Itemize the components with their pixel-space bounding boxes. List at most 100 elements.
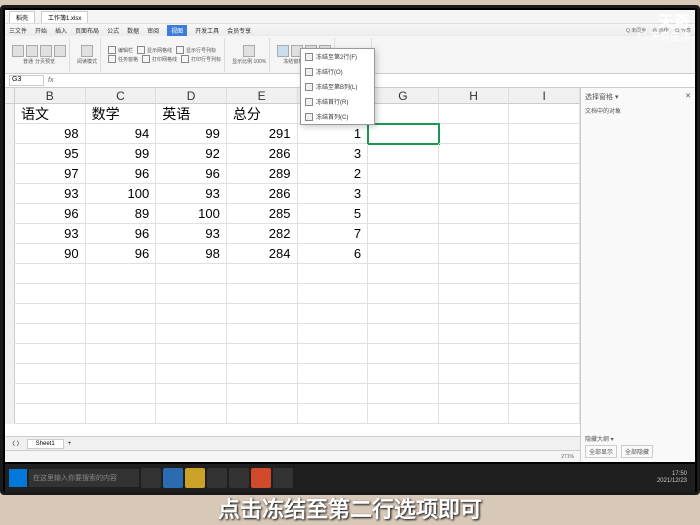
cell[interactable] [156,264,227,284]
cell[interactable]: 1 [298,124,369,144]
cell[interactable] [509,284,580,304]
cell[interactable] [227,304,298,324]
cell[interactable] [439,164,510,184]
cell[interactable]: 数学 [86,104,157,124]
cell[interactable] [156,304,227,324]
col-I[interactable]: I [509,88,580,104]
row-number[interactable] [5,284,15,304]
menu-insert[interactable]: 插入 [55,26,67,35]
cell[interactable]: 285 [227,204,298,224]
cell[interactable]: 96 [86,244,157,264]
custom-view-icon[interactable] [54,45,66,57]
cell[interactable]: 93 [156,224,227,244]
add-sheet[interactable]: + [68,441,72,447]
taskbar-clock[interactable]: 17:50 2021/12/23 [657,471,691,485]
cell[interactable]: 286 [227,144,298,164]
cell[interactable] [227,284,298,304]
cell[interactable] [15,344,86,364]
cell[interactable] [15,384,86,404]
cell[interactable] [368,344,439,364]
cell[interactable] [368,144,439,164]
cell[interactable]: 100 [86,184,157,204]
cell[interactable]: 89 [86,204,157,224]
cell[interactable]: 5 [298,204,369,224]
cell[interactable] [368,364,439,384]
cell[interactable]: 98 [15,124,86,144]
cell[interactable] [368,324,439,344]
cell[interactable]: 3 [298,144,369,164]
cell[interactable] [368,304,439,324]
menu-view[interactable]: 视图 [167,25,187,36]
cell[interactable] [156,404,227,424]
zoom-level[interactable]: 271% [561,454,574,460]
cell[interactable] [439,104,510,124]
cell[interactable] [368,184,439,204]
row-number[interactable] [5,104,15,124]
cell[interactable] [439,404,510,424]
cell[interactable]: 94 [86,124,157,144]
cell[interactable] [439,304,510,324]
freeze-panes-icon[interactable] [277,45,289,57]
cell[interactable] [15,264,86,284]
cell[interactable] [15,364,86,384]
cell[interactable] [15,304,86,324]
row-number[interactable] [5,184,15,204]
col-E[interactable]: E [227,88,298,104]
start-button[interactable] [9,469,27,487]
cell[interactable] [86,364,157,384]
cell[interactable]: 96 [156,164,227,184]
cell[interactable]: 6 [298,244,369,264]
cell[interactable]: 93 [15,224,86,244]
cell[interactable] [156,384,227,404]
menu-formula[interactable]: 公式 [107,26,119,35]
close-icon[interactable]: ✕ [685,92,691,102]
cell[interactable]: 总分 [227,104,298,124]
cell[interactable] [368,264,439,284]
cell[interactable] [509,304,580,324]
cell[interactable] [439,244,510,264]
cell[interactable] [368,204,439,224]
taskbar-store-icon[interactable] [207,468,227,488]
tab-app[interactable]: 稻壳 [9,11,35,23]
pagelayout-view-icon[interactable] [40,45,52,57]
row-number[interactable] [5,204,15,224]
cell[interactable] [439,344,510,364]
cell[interactable] [509,184,580,204]
taskbar-cortana-icon[interactable] [141,468,161,488]
row-number[interactable] [5,264,15,284]
cell[interactable]: 96 [15,204,86,224]
cell[interactable] [509,364,580,384]
cell[interactable]: 96 [86,224,157,244]
taskbar-explorer-icon[interactable] [185,468,205,488]
taskbar-mail-icon[interactable] [229,468,249,488]
cell[interactable] [509,164,580,184]
cell[interactable]: 92 [156,144,227,164]
cell[interactable] [368,284,439,304]
cell[interactable]: 289 [227,164,298,184]
cell[interactable] [509,324,580,344]
cell[interactable] [227,364,298,384]
cell[interactable] [509,404,580,424]
cell[interactable] [298,344,369,364]
cell[interactable]: 282 [227,224,298,244]
cell[interactable] [439,144,510,164]
cell[interactable]: 语文 [15,104,86,124]
cell[interactable] [298,364,369,384]
menu-data[interactable]: 数据 [127,26,139,35]
cell[interactable]: 96 [86,164,157,184]
cell[interactable] [298,324,369,344]
cell[interactable] [509,244,580,264]
zoom-icon[interactable] [243,45,255,57]
cell[interactable]: 284 [227,244,298,264]
row-number[interactable] [5,164,15,184]
cell[interactable] [156,284,227,304]
cell[interactable] [509,104,580,124]
cell[interactable] [509,124,580,144]
hide-all-btn[interactable]: 全部隐藏 [621,445,653,458]
col-C[interactable]: C [86,88,157,104]
row-number[interactable] [5,404,15,424]
freeze-to-row2[interactable]: 冻结至第2行(F) [301,49,374,64]
cell[interactable] [439,204,510,224]
cell[interactable] [509,264,580,284]
cell[interactable] [156,324,227,344]
